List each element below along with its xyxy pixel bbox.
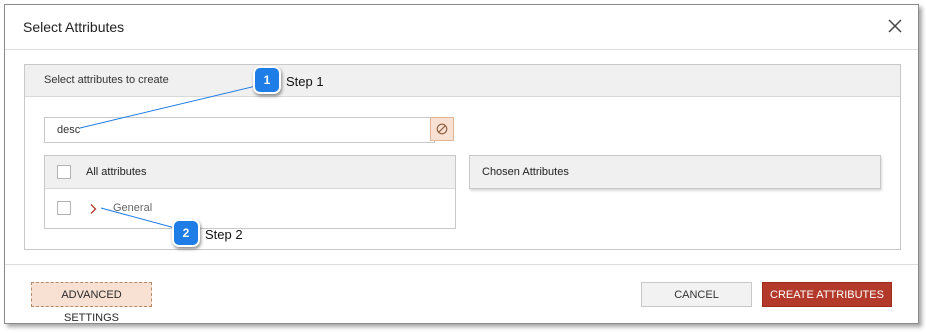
step-1-label: Step 1 [286, 74, 324, 89]
no-entry-icon [436, 123, 448, 135]
chosen-attributes-list: Chosen Attributes [469, 155, 881, 189]
panel-header-label: Select attributes to create [44, 74, 169, 86]
general-label: General [113, 202, 153, 214]
create-attributes-button[interactable]: CREATE ATTRIBUTES [762, 282, 892, 307]
step-2-label: Step 2 [205, 227, 243, 242]
step-1-badge: 1 [253, 66, 281, 94]
footer-divider [5, 264, 918, 265]
close-icon[interactable] [884, 15, 906, 37]
chosen-attributes-label: Chosen Attributes [482, 166, 569, 178]
clear-search-button[interactable] [430, 117, 454, 141]
dialog-titlebar: Select Attributes [5, 5, 918, 50]
search-input[interactable] [44, 117, 435, 143]
advanced-settings-button[interactable]: ADVANCED SETTINGS [31, 282, 152, 324]
all-attributes-label: All attributes [86, 166, 147, 178]
cancel-button[interactable]: CANCEL [641, 282, 752, 307]
list-item[interactable]: General [45, 189, 455, 228]
chevron-right-icon[interactable] [89, 202, 97, 220]
panel-header: Select attributes to create [25, 65, 900, 97]
all-attributes-header: All attributes [45, 156, 455, 189]
attributes-panel: Select attributes to create All attribut… [24, 64, 901, 250]
general-checkbox[interactable] [57, 201, 71, 215]
all-attributes-list: All attributes General [44, 155, 456, 229]
step-2-badge: 2 [172, 219, 200, 247]
dialog-title: Select Attributes [23, 19, 125, 35]
select-all-checkbox[interactable] [57, 165, 71, 179]
select-attributes-dialog: Select Attributes Select attributes to c… [4, 4, 919, 324]
